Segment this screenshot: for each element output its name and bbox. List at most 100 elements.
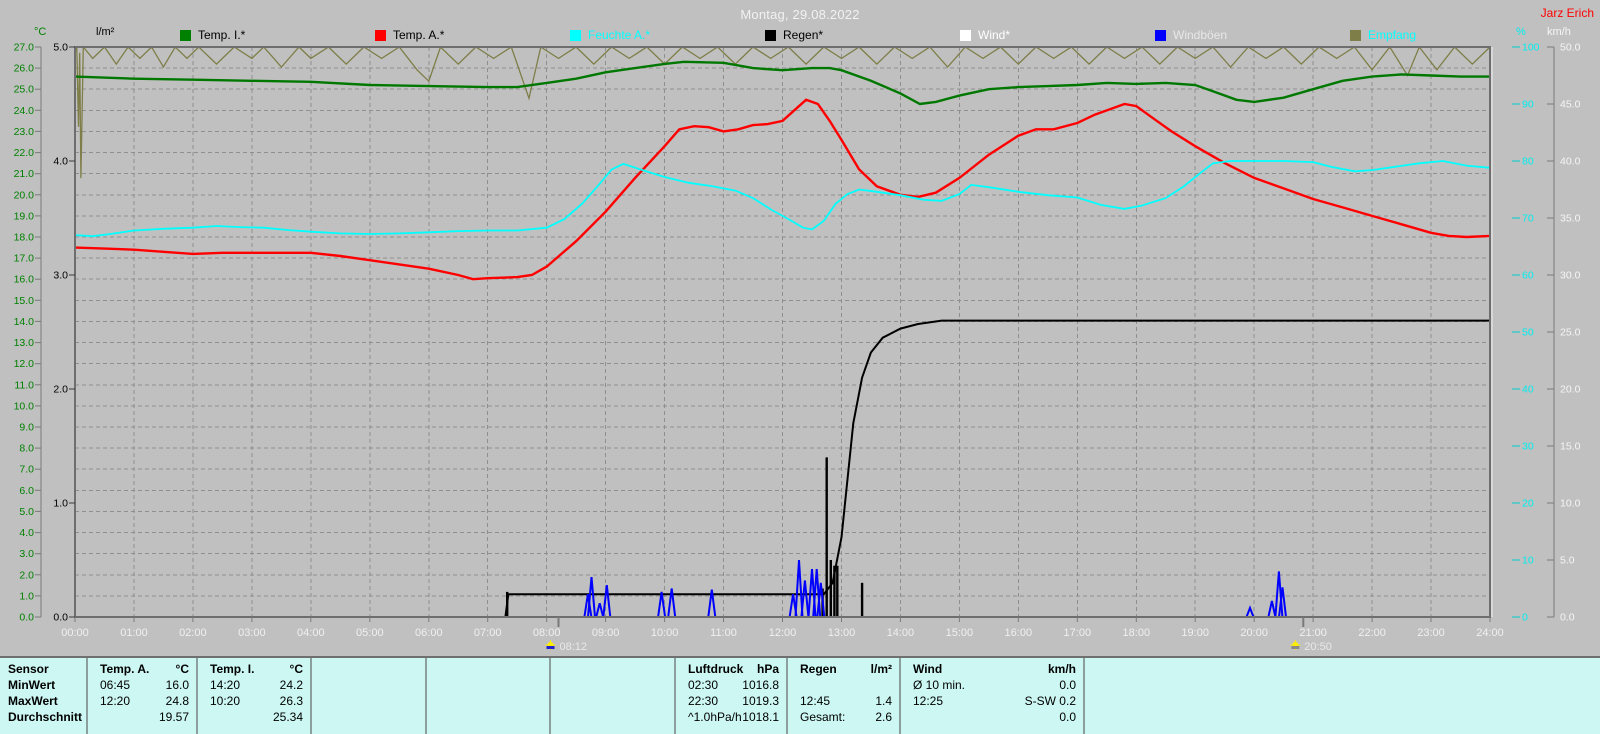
svg-text:5.0: 5.0 (1560, 555, 1575, 567)
legend-label: Empfang (1368, 28, 1417, 42)
legend-label: Windböen (1173, 28, 1228, 42)
svg-text:05:00: 05:00 (356, 627, 384, 639)
stats-col-luftdruck: Luftdruck hPa 02:30 1016.8 22:30 1019.3 ^1.0hP… (676, 658, 788, 734)
value-time: 14:20 (210, 678, 241, 692)
svg-text:4.0: 4.0 (19, 527, 34, 539)
legend-swatch-icon (960, 29, 971, 41)
svg-text:09:00: 09:00 (592, 627, 620, 639)
svg-text:80: 80 (1522, 156, 1534, 168)
stats-value-row: 12:25 S-SW 0.2 (901, 693, 1083, 709)
svg-text:7.0: 7.0 (19, 464, 34, 476)
value-time: 10:20 (210, 694, 241, 708)
value-time: 12:25 (913, 694, 944, 708)
stats-col-regen: Regen l/m² 12:45 1.4 Gesamt: 2.6 (788, 658, 901, 734)
svg-text:18.0: 18.0 (14, 232, 35, 244)
svg-text:0: 0 (1522, 612, 1528, 624)
svg-text:30: 30 (1522, 441, 1534, 453)
legend-swatch-icon (570, 29, 581, 41)
svg-text:18:00: 18:00 (1123, 627, 1151, 639)
chart-canvas[interactable]: 27.026.025.024.023.022.021.020.019.018.0… (0, 0, 1600, 656)
stats-value-row: 12:20 24.8 (88, 693, 196, 709)
stats-value-row: 06:45 16.0 (88, 677, 196, 693)
sensor-unit: °C (289, 662, 303, 676)
value-number: 25.34 (272, 710, 303, 724)
svg-text:70: 70 (1522, 213, 1534, 225)
legend-swatch-icon (1350, 29, 1361, 41)
svg-text:12.0: 12.0 (14, 358, 35, 370)
svg-text:20.0: 20.0 (1560, 384, 1581, 396)
svg-text:16:00: 16:00 (1005, 627, 1033, 639)
stats-value-row (1085, 693, 1600, 709)
stats-value-row (427, 677, 549, 693)
stats-row-labels: Sensor MinWert MaxWert Durchschnitt (0, 658, 88, 734)
svg-text:3.0: 3.0 (53, 270, 68, 282)
svg-text:04:00: 04:00 (297, 627, 325, 639)
y-axis-wind: 50.0 45.0 40.0 35.0 30.0 25.0 20.0 15.0 10.0 5.0 0… (1547, 42, 1581, 624)
value-time: 22:30 (688, 694, 719, 708)
stats-value-row: ^1.0hPa/h 1018.1 (676, 709, 786, 725)
y-axis-rain: 5.04.03.02.01.00.0 (53, 42, 75, 624)
svg-text:20:00: 20:00 (1240, 627, 1268, 639)
value-time: 12:20 (100, 694, 131, 708)
stats-value-row (551, 693, 674, 709)
stats-row-label: MaxWert (8, 694, 58, 708)
svg-text:8.0: 8.0 (19, 443, 34, 455)
stats-col-wind: Wind km/h Ø 10 min. 0.0 12:25 S-SW 0.2 0.0 (901, 658, 1085, 734)
stats-value-row (312, 709, 425, 725)
legend-swatch-icon (1155, 29, 1166, 41)
svg-text:24:00: 24:00 (1476, 627, 1504, 639)
sensor-unit: °C (175, 662, 189, 676)
stats-value-row (312, 693, 425, 709)
stats-header-row: Luftdruck hPa (676, 661, 786, 677)
stats-value-row: Ø 10 min. 0.0 (901, 677, 1083, 693)
svg-text:0.0: 0.0 (19, 612, 34, 624)
svg-text:19.0: 19.0 (14, 210, 35, 222)
svg-text:24.0: 24.0 (14, 105, 35, 117)
y-axis-humidity: 1009080706050403020100 (1512, 42, 1540, 624)
value-time: Gesamt: (800, 710, 846, 724)
svg-text:1.0: 1.0 (53, 498, 68, 510)
svg-text:07:00: 07:00 (474, 627, 502, 639)
stats-row-label: Sensor (8, 662, 49, 676)
legend-item-temp-a-[interactable]: Temp. A.* (375, 28, 444, 42)
svg-text:22:00: 22:00 (1358, 627, 1386, 639)
value-number: 19.57 (158, 710, 189, 724)
svg-text:14.0: 14.0 (14, 316, 35, 328)
svg-text:11:00: 11:00 (710, 627, 737, 639)
legend-item-windböen[interactable]: Windböen (1155, 28, 1227, 42)
svg-text:16.0: 16.0 (14, 274, 35, 286)
stats-value-row: 22:30 1019.3 (676, 693, 786, 709)
stats-value-row (1085, 677, 1600, 693)
svg-text:21:00: 21:00 (1299, 627, 1327, 639)
legend-item-wind-[interactable]: Wind* (960, 28, 1010, 42)
legend-item-feuchte-a-[interactable]: Feuchte A.* (570, 28, 650, 42)
svg-text:35.0: 35.0 (1560, 213, 1581, 225)
stats-value-row (788, 677, 899, 693)
svg-text:21.0: 21.0 (14, 168, 35, 180)
svg-text:06:00: 06:00 (415, 627, 443, 639)
svg-text:100: 100 (1522, 42, 1540, 54)
value-time: 02:30 (688, 678, 719, 692)
svg-text:5.0: 5.0 (19, 506, 34, 518)
svg-text:15.0: 15.0 (1560, 441, 1581, 453)
svg-text:20: 20 (1522, 498, 1534, 510)
legend-label: Temp. I.* (198, 28, 246, 42)
svg-text:20:50: 20:50 (1304, 641, 1332, 653)
legend-item-temp-i-[interactable]: Temp. I.* (180, 28, 245, 42)
sensor-unit: km/h (1047, 662, 1076, 676)
svg-text:17:00: 17:00 (1064, 627, 1092, 639)
legend-item-regen-[interactable]: Regen* (765, 28, 823, 42)
stats-col-empty-2 (312, 658, 427, 734)
svg-text:10.0: 10.0 (1560, 498, 1581, 510)
sun-marker-icon (1290, 640, 1301, 650)
svg-text:2.0: 2.0 (53, 384, 68, 396)
svg-text:10: 10 (1522, 555, 1534, 567)
axis-unit-wind: km/h (1547, 26, 1571, 38)
svg-text:2.0: 2.0 (19, 569, 34, 581)
stats-value-row: 14:20 24.2 (198, 677, 310, 693)
stats-value-row (427, 709, 549, 725)
legend-item-empfang[interactable]: Empfang (1350, 28, 1416, 42)
axis-unit-humidity: % (1516, 26, 1526, 38)
value-number: 1018.1 (742, 710, 779, 724)
stats-value-row: 02:30 1016.8 (676, 677, 786, 693)
